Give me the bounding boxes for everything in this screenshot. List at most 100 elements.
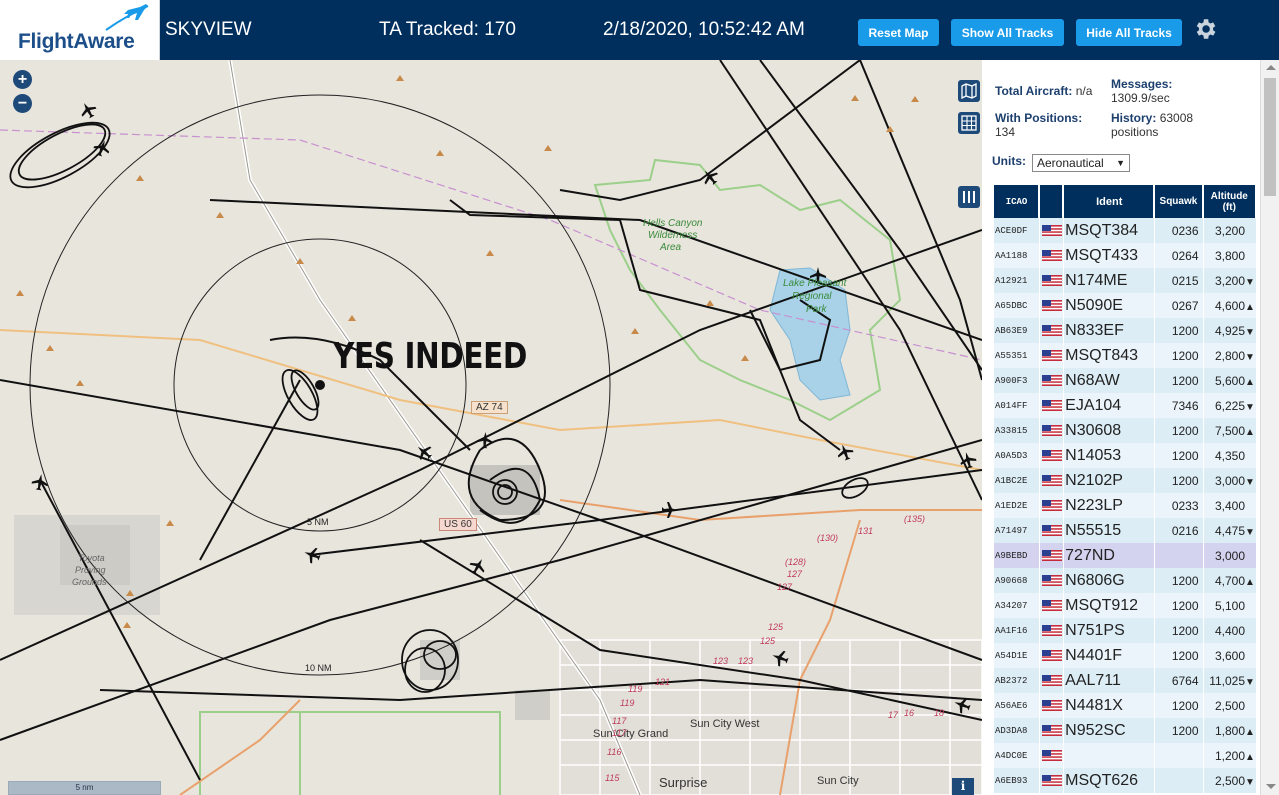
map-canvas[interactable] <box>0 60 982 795</box>
flag-cell <box>1040 218 1064 243</box>
icao-cell: AA1F16 <box>994 618 1040 643</box>
tracked-count: TA Tracked: 170 <box>379 19 516 40</box>
history-label: History: <box>1111 111 1157 125</box>
table-row[interactable]: A34207 MSQT912 1200 5,100 <box>994 593 1256 618</box>
table-row[interactable]: AB2372 AAL711 6764 11,025▼ <box>994 668 1256 693</box>
ident-cell: MSQT433 <box>1064 243 1155 268</box>
table-row[interactable]: A9BEBD 727ND 3,000 <box>994 543 1256 568</box>
scroll-up-icon[interactable] <box>1266 65 1276 70</box>
us-flag-icon <box>1041 650 1062 662</box>
flag-cell <box>1040 543 1064 568</box>
table-row[interactable]: A6EB93 MSQT626 2,500▼ <box>994 768 1256 793</box>
table-row[interactable]: A900F3 N68AW 1200 5,600▲ <box>994 368 1256 393</box>
altitude-value: 1,800 <box>1214 723 1245 738</box>
table-row[interactable]: A12921 N174ME 0215 3,200▼ <box>994 268 1256 293</box>
zoom-in-button[interactable]: + <box>13 70 32 89</box>
range-label-10nm: 10 NM <box>305 663 332 673</box>
altitude-trend-icon: ▼ <box>1245 776 1255 788</box>
ident-cell: N833EF <box>1064 318 1155 343</box>
altitude-value: 3,000 <box>1214 473 1245 488</box>
map-layers-button[interactable] <box>958 80 980 102</box>
squawk-cell: 0215 <box>1155 268 1203 293</box>
flag-cell <box>1040 743 1064 768</box>
show-all-tracks-button[interactable]: Show All Tracks <box>951 19 1064 46</box>
sidebar-scrollbar[interactable] <box>1260 60 1279 795</box>
total-aircraft-value: n/a <box>1075 84 1093 98</box>
columns-toggle-button[interactable] <box>958 186 980 208</box>
flag-cell <box>1040 593 1064 618</box>
column-header-ident[interactable]: Ident <box>1064 185 1155 218</box>
table-row[interactable]: AD3DA8 N952SC 1200 1,800▲ <box>994 718 1256 743</box>
altitude-cell: 6,225▼ <box>1203 393 1256 418</box>
table-row[interactable]: A71497 N55515 0216 4,475▼ <box>994 518 1256 543</box>
us-flag-icon <box>1041 375 1062 387</box>
top-header: FlightAware SKYVIEW TA Tracked: 170 2/18… <box>0 0 1279 60</box>
table-row[interactable]: A90668 N6806G 1200 4,700▲ <box>994 568 1256 593</box>
ident-cell: MSQT626 <box>1064 768 1155 793</box>
table-row[interactable]: A65DBC N5090E 0267 4,600▲ <box>994 293 1256 318</box>
map-info-button[interactable]: i <box>952 778 974 795</box>
road-number: 18 <box>934 708 945 718</box>
altitude-trend-icon: ▼ <box>1245 526 1255 538</box>
squawk-cell: 1200 <box>1155 318 1203 343</box>
table-row[interactable]: AB63E9 N833EF 1200 4,925▼ <box>994 318 1256 343</box>
reset-map-button[interactable]: Reset Map <box>858 19 939 46</box>
table-row[interactable]: A56AE6 N4481X 1200 2,500 <box>994 693 1256 718</box>
units-select[interactable]: Aeronautical ▼ <box>1032 154 1130 172</box>
us-flag-icon <box>1041 325 1062 337</box>
flag-cell <box>1040 243 1064 268</box>
table-row[interactable]: AA1188 MSQT433 0264 3,800 <box>994 243 1256 268</box>
altitude-trend-icon: ▲ <box>1245 576 1255 588</box>
table-row[interactable]: A54D1E N4401F 1200 3,600 <box>994 643 1256 668</box>
road-number: 116 <box>607 747 622 757</box>
table-row[interactable]: A1ED2E N223LP 0233 3,400 <box>994 493 1256 518</box>
grid-toggle-button[interactable] <box>958 112 980 134</box>
altitude-trend-icon: ▲ <box>1245 376 1255 388</box>
altitude-trend-icon: ▼ <box>1245 676 1255 688</box>
gear-icon[interactable] <box>1192 16 1218 42</box>
flag-cell <box>1040 393 1064 418</box>
zoom-out-button[interactable]: − <box>13 94 32 113</box>
altitude-cell: 5,100 <box>1203 593 1256 618</box>
squawk-cell: 1200 <box>1155 468 1203 493</box>
column-header-flag[interactable] <box>1040 185 1064 218</box>
altitude-cell: 2,800▼ <box>1203 343 1256 368</box>
road-number: 131 <box>858 526 874 536</box>
skyview-app: FlightAware SKYVIEW TA Tracked: 170 2/18… <box>0 0 1279 795</box>
flag-cell <box>1040 468 1064 493</box>
us-flag-icon <box>1041 725 1062 737</box>
grid-icon <box>961 115 977 131</box>
altitude-cell: 3,000 <box>1203 543 1256 568</box>
table-row[interactable]: A1BC2E N2102P 1200 3,000▼ <box>994 468 1256 493</box>
road-number: 119 <box>620 698 635 708</box>
chevron-down-icon: ▼ <box>1116 158 1125 168</box>
icao-cell: A6EB93 <box>994 768 1040 793</box>
ident-cell: MSQT912 <box>1064 593 1155 618</box>
altitude-cell: 4,700▲ <box>1203 568 1256 593</box>
us-flag-icon <box>1041 550 1062 562</box>
table-row[interactable]: A33815 N30608 1200 7,500▲ <box>994 418 1256 443</box>
column-header-altitude[interactable]: Altitude (ft) <box>1203 185 1256 218</box>
hide-all-tracks-button[interactable]: Hide All Tracks <box>1076 19 1182 46</box>
altitude-value: 3,800 <box>1214 248 1245 263</box>
scroll-thumb[interactable] <box>1264 78 1276 196</box>
table-row[interactable]: A4DC0E 1,200▲ <box>994 743 1256 768</box>
altitude-value: 4,700 <box>1214 573 1245 588</box>
app-title: SKYVIEW <box>165 19 252 40</box>
column-header-icao[interactable]: ICAO <box>994 185 1040 218</box>
messages-label: Messages: <box>1111 77 1173 91</box>
table-row[interactable]: AA1F16 N751PS 1200 4,400 <box>994 618 1256 643</box>
road-number: 17 <box>888 710 899 720</box>
table-row[interactable]: A014FF EJA104 7346 6,225▼ <box>994 393 1256 418</box>
map-view[interactable]: + − YES INDEED 5 NM 10 NM Hells Canyon W… <box>0 60 982 795</box>
ident-cell: N14053 <box>1064 443 1155 468</box>
proving-label-2: Proving <box>75 565 106 575</box>
altitude-value: 1,200 <box>1214 748 1245 763</box>
table-row[interactable]: A55351 MSQT843 1200 2,800▼ <box>994 343 1256 368</box>
scroll-down-icon[interactable] <box>1266 784 1276 789</box>
column-header-squawk[interactable]: Squawk <box>1155 185 1203 218</box>
table-row[interactable]: ACE0DF MSQT384 0236 3,200 <box>994 218 1256 243</box>
table-row[interactable]: A0A5D3 N14053 1200 4,350 <box>994 443 1256 468</box>
squawk-cell: 1200 <box>1155 368 1203 393</box>
flightaware-logo[interactable]: FlightAware <box>0 0 160 60</box>
